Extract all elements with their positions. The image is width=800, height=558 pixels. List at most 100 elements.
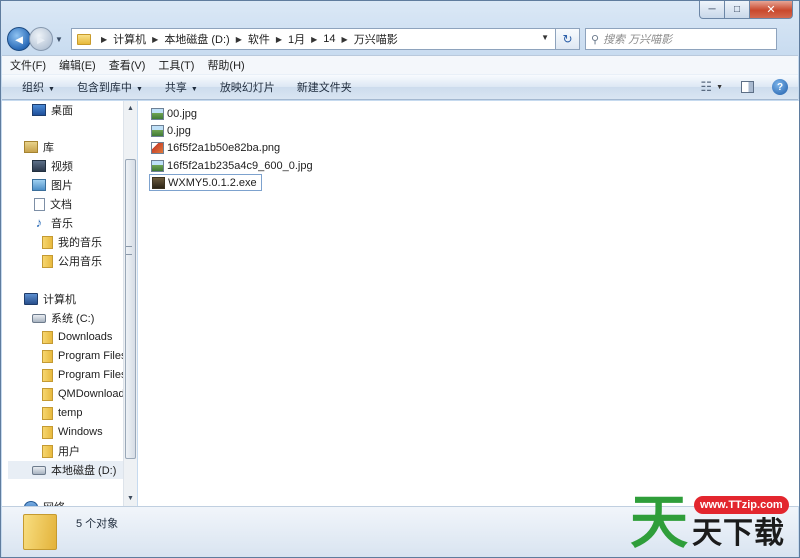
- folder-icon: [42, 387, 53, 401]
- views-icon[interactable]: ☷: [700, 79, 712, 95]
- tree-label: 视频: [51, 161, 73, 173]
- tree-label: 用户: [58, 446, 80, 458]
- image-file-icon: [151, 107, 164, 120]
- music-note-icon: ♪: [35, 215, 43, 230]
- tree-label: Windows: [58, 426, 103, 438]
- tree-item-desktop[interactable]: 桌面: [32, 101, 73, 119]
- share-button[interactable]: 共享 ▼: [165, 79, 198, 95]
- folder-icon: [23, 514, 57, 550]
- preview-pane-icon[interactable]: [741, 81, 754, 93]
- breadcrumb-current-folder[interactable]: 万兴喵影: [354, 31, 398, 47]
- folder-icon: [42, 425, 53, 439]
- include-library-label: 包含到库中: [76, 82, 132, 94]
- tree-item-users[interactable]: 用户: [42, 442, 80, 460]
- new-folder-button[interactable]: 新建文件夹: [297, 79, 352, 95]
- file-list: 00.jpg 0.jpg 16f5f2a1b50e82ba.png 16f5f2…: [138, 101, 799, 506]
- tree-label: 桌面: [51, 105, 73, 117]
- maximize-button[interactable]: □: [725, 1, 750, 19]
- tree-label: 本地磁盘 (D:): [51, 465, 117, 477]
- help-icon[interactable]: ?: [772, 79, 788, 95]
- tree-item-computer[interactable]: 计算机: [24, 290, 76, 308]
- tree-item-music[interactable]: ♪ 音乐: [32, 214, 73, 232]
- scroll-down-icon[interactable]: ▼: [124, 491, 137, 505]
- chevron-right-icon[interactable]: ▶: [152, 35, 158, 44]
- tree-label: 文档: [50, 199, 72, 211]
- tree-label: QMDownload: [58, 388, 125, 400]
- share-label: 共享: [164, 82, 187, 94]
- explorer-window: ─ □ ✕ ◄ ► ▼ ▶ 计算机 ▶ 本地磁盘 (D:) ▶ 软件 ▶ 1月 …: [0, 0, 800, 558]
- folder-icon: [42, 406, 53, 420]
- menu-edit[interactable]: 编辑(E): [59, 57, 96, 73]
- refresh-button[interactable]: ↻: [556, 28, 580, 50]
- tree-item-windows[interactable]: Windows: [42, 423, 103, 441]
- file-item[interactable]: 00.jpg: [151, 105, 201, 122]
- folder-icon: [42, 254, 53, 268]
- image-file-icon: [151, 124, 164, 137]
- minimize-button[interactable]: ─: [699, 1, 725, 19]
- tree-label: Downloads: [58, 331, 113, 343]
- tree-item-network[interactable]: 网络: [24, 498, 65, 506]
- organize-button[interactable]: 组织 ▼: [22, 79, 55, 95]
- tree-item-qmdownload[interactable]: QMDownload: [42, 385, 125, 403]
- menu-bar: 文件(F) 编辑(E) 查看(V) 工具(T) 帮助(H): [2, 55, 798, 74]
- tree-item-libraries[interactable]: 库: [24, 138, 54, 156]
- chevron-right-icon[interactable]: ▶: [276, 35, 282, 44]
- tree-item-my-music[interactable]: 我的音乐: [42, 233, 102, 251]
- document-library-icon: [34, 197, 45, 211]
- file-item-focused[interactable]: WXMY5.0.1.2.exe: [149, 174, 262, 191]
- tree-item-temp[interactable]: temp: [42, 404, 82, 422]
- tree-item-local-d[interactable]: 本地磁盘 (D:): [8, 461, 124, 479]
- search-input[interactable]: ⚲ 搜索 万兴喵影: [585, 28, 777, 50]
- file-item[interactable]: 0.jpg: [151, 122, 195, 139]
- drive-icon: [32, 465, 46, 475]
- chevron-down-icon: ▼: [48, 86, 55, 93]
- breadcrumb-january[interactable]: 1月: [288, 31, 305, 47]
- chevron-right-icon[interactable]: ▶: [236, 35, 242, 44]
- forward-button[interactable]: ►: [29, 27, 53, 51]
- chevron-right-icon[interactable]: ▶: [342, 35, 348, 44]
- file-item[interactable]: 16f5f2a1b50e82ba.png: [151, 139, 284, 156]
- tree-label: Program Files: [58, 350, 127, 362]
- menu-file[interactable]: 文件(F): [10, 57, 46, 73]
- include-library-button[interactable]: 包含到库中 ▼: [77, 79, 143, 95]
- navigation-scrollbar[interactable]: ▲ ▼: [123, 101, 137, 506]
- tree-label: 我的音乐: [58, 237, 102, 249]
- tree-item-downloads[interactable]: Downloads: [42, 328, 112, 346]
- tree-item-public-music[interactable]: 公用音乐: [42, 252, 102, 270]
- file-item[interactable]: 16f5f2a1b235a4c9_600_0.jpg: [151, 157, 317, 174]
- tree-item-program-files[interactable]: Program Files: [42, 347, 126, 365]
- chevron-right-icon[interactable]: ▶: [311, 35, 317, 44]
- command-bar: 组织 ▼ 包含到库中 ▼ 共享 ▼ 放映幻灯片 新建文件夹 ☷ ▼ ?: [2, 74, 798, 100]
- breadcrumb-software[interactable]: 软件: [248, 31, 270, 47]
- library-icon: [24, 141, 38, 153]
- tree-label: 计算机: [43, 294, 76, 306]
- tree-item-pictures[interactable]: 图片: [32, 176, 73, 194]
- organize-label: 组织: [22, 82, 44, 94]
- address-dropdown-icon[interactable]: ▼: [541, 33, 549, 42]
- tree-item-videos[interactable]: 视频: [32, 157, 73, 175]
- video-library-icon: [32, 160, 46, 172]
- menu-tools[interactable]: 工具(T): [158, 57, 194, 73]
- address-bar[interactable]: ▶ 计算机 ▶ 本地磁盘 (D:) ▶ 软件 ▶ 1月 ▶ 14 ▶ 万兴喵影 …: [71, 28, 556, 50]
- recent-pages-dropdown[interactable]: ▼: [55, 35, 67, 44]
- scrollbar-thumb[interactable]: [125, 159, 136, 459]
- breadcrumb-drive-d[interactable]: 本地磁盘 (D:): [164, 31, 229, 47]
- close-button[interactable]: ✕: [750, 1, 793, 19]
- search-placeholder: 搜索 万兴喵影: [603, 34, 673, 46]
- chevron-right-icon[interactable]: ▶: [101, 35, 107, 44]
- tree-item-program-files-x86[interactable]: Program Files: [42, 366, 126, 384]
- search-icon: ⚲: [591, 33, 600, 46]
- folder-icon: [77, 33, 91, 45]
- desktop-icon: [32, 104, 46, 116]
- menu-help[interactable]: 帮助(H): [207, 57, 244, 73]
- scroll-up-icon[interactable]: ▲: [124, 101, 137, 115]
- views-dropdown-icon[interactable]: ▼: [716, 84, 723, 91]
- back-button[interactable]: ◄: [7, 27, 31, 51]
- menu-view[interactable]: 查看(V): [109, 57, 146, 73]
- tree-item-system-c[interactable]: 系统 (C:): [32, 309, 94, 327]
- slideshow-button[interactable]: 放映幻灯片: [220, 79, 275, 95]
- breadcrumb-14[interactable]: 14: [323, 33, 335, 45]
- tree-item-documents[interactable]: 文档: [34, 195, 72, 213]
- breadcrumb-computer[interactable]: 计算机: [113, 31, 146, 47]
- view-controls: ☷ ▼ ?: [700, 79, 788, 95]
